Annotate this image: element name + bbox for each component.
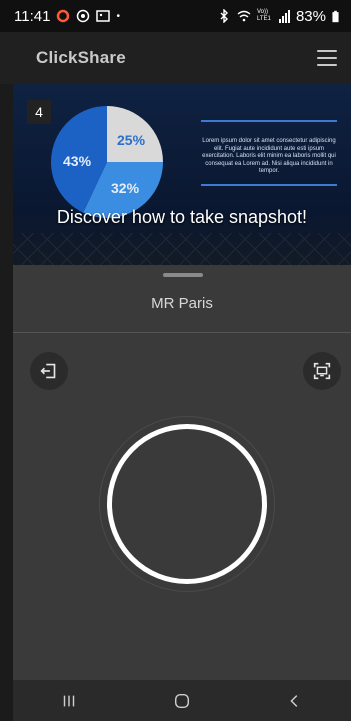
pie-label-25: 25% — [117, 132, 146, 148]
network-label: Vo)) LTE1 — [256, 9, 271, 22]
recent-apps-button[interactable] — [49, 686, 89, 716]
wifi-icon — [237, 10, 251, 22]
slide-line-top — [201, 120, 337, 122]
alert-icon — [57, 9, 70, 23]
target-icon — [77, 9, 90, 23]
system-nav-bar — [13, 680, 351, 721]
image-icon — [96, 10, 111, 22]
recent-apps-icon — [64, 695, 75, 706]
pie-label-32: 32% — [111, 180, 140, 196]
banner-caption: Discover how to take snapshot! — [56, 207, 308, 227]
snapshot-banner[interactable]: 4 25% 32% 43% Lorem ipsum dolor sit amet… — [13, 84, 351, 265]
room-name: MR Paris — [151, 295, 213, 312]
divider — [13, 332, 351, 333]
slide-line-bottom — [201, 183, 337, 186]
app-header: ClickShare — [0, 32, 351, 84]
hamburger-menu-icon[interactable] — [317, 50, 337, 66]
dot-icon: • — [116, 10, 120, 22]
drag-handle[interactable] — [163, 273, 203, 277]
exit-icon — [40, 363, 56, 379]
app-title: ClickShare — [36, 48, 126, 67]
back-button[interactable] — [275, 686, 315, 716]
screen-capture-button[interactable] — [303, 352, 341, 390]
slide-text-block: Lorem ipsum dolor sit amet consectetur a… — [201, 120, 337, 186]
pie-label-43: 43% — [63, 153, 92, 169]
share-button-halo — [99, 416, 275, 592]
bottom-panel: MR Paris — [13, 265, 351, 680]
signal-icon — [278, 9, 290, 23]
status-left: 11:41 • — [14, 8, 120, 25]
share-button[interactable] — [99, 416, 275, 592]
slide-paragraph: Lorem ipsum dolor sit amet consectetur a… — [202, 138, 336, 174]
home-icon — [174, 693, 190, 708]
status-bar: 11:41 • Vo)) LTE1 83% — [0, 0, 351, 32]
bluetooth-icon — [220, 9, 228, 23]
battery-icon — [332, 10, 339, 22]
home-button[interactable] — [162, 686, 202, 716]
leave-button[interactable] — [30, 352, 68, 390]
battery-percent: 83% — [295, 7, 326, 25]
status-time: 11:41 — [14, 7, 51, 25]
back-icon — [290, 694, 297, 707]
status-right: Vo)) LTE1 83% — [217, 8, 339, 25]
banner-pattern — [13, 233, 351, 265]
screen-capture-icon — [313, 362, 331, 380]
